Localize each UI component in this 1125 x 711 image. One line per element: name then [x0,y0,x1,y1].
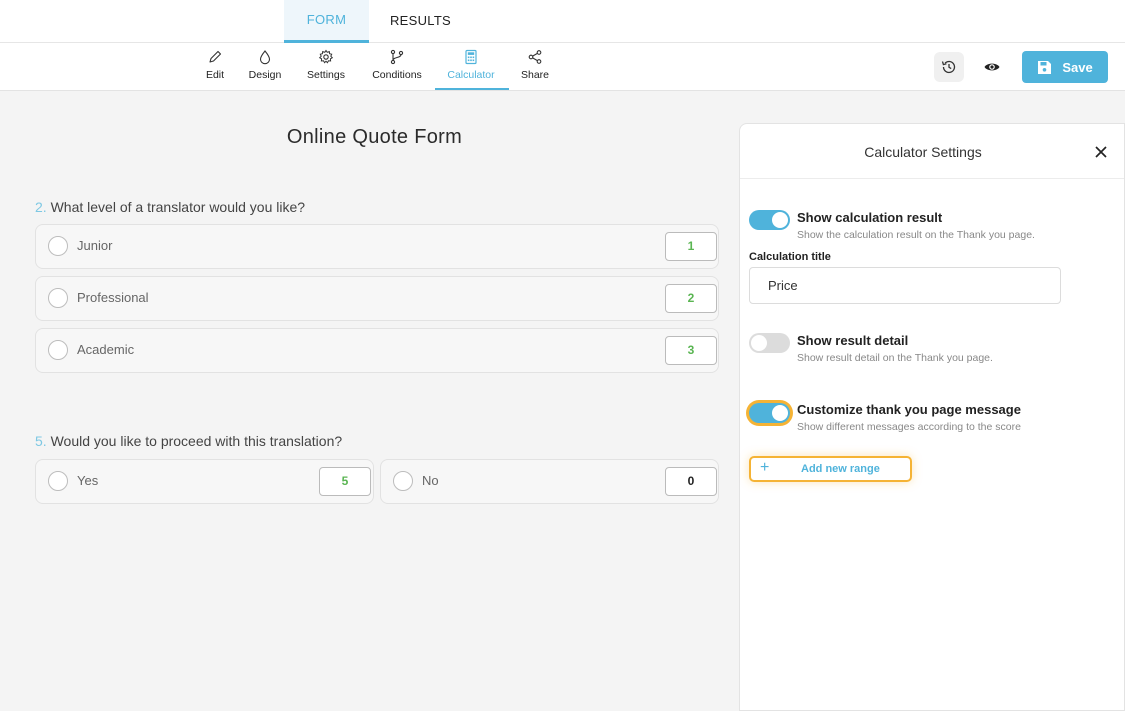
score-input[interactable]: 5 [319,467,371,496]
setting-description: Show the calculation result on the Thank… [797,229,1035,241]
score-input[interactable]: 1 [665,232,717,261]
tab-results[interactable]: RESULTS [378,0,463,43]
option-junior[interactable]: Junior 1 [35,224,719,269]
option-no[interactable]: No 0 [380,459,719,504]
toggle-show-calculation-result[interactable] [749,210,790,230]
radio-button[interactable] [48,340,68,360]
option-academic[interactable]: Academic 3 [35,328,719,373]
tool-calculator-label: Calculator [447,69,495,81]
score-input[interactable]: 3 [665,336,717,365]
tool-share-label: Share [520,69,550,81]
option-label: Yes [77,473,99,488]
setting-title: Show result detail [797,333,909,348]
tool-conditions[interactable]: Conditions [369,49,425,81]
calculation-title-label: Calculation title [749,251,831,263]
panel-header: Calculator Settings [740,124,1124,179]
preview-button[interactable] [977,52,1007,82]
branch-icon [390,49,404,65]
toggle-show-result-detail[interactable] [749,333,790,353]
close-icon[interactable] [1094,145,1108,159]
plus-icon: + [760,459,770,476]
history-icon [941,60,956,74]
active-tool-underline [435,88,509,90]
setting-description: Show different messages according to the… [797,421,1021,433]
add-new-range-label: Add new range [801,463,880,475]
tool-settings[interactable]: Settings [305,49,347,81]
tool-calculator[interactable]: Calculator [444,49,498,81]
option-professional[interactable]: Professional 2 [35,276,719,321]
tab-form[interactable]: FORM [284,0,369,43]
setting-title: Show calculation result [797,210,943,225]
question-5: 5. Would you like to proceed with this t… [35,433,342,449]
eye-icon [984,63,1000,71]
score-input[interactable]: 0 [665,467,717,496]
drop-icon [259,50,271,65]
add-new-range-button[interactable]: + Add new range [749,456,912,482]
editor-toolbar: Edit Design Settings Conditions Calculat… [0,43,1125,91]
tool-design[interactable]: Design [246,49,284,81]
tool-edit-label: Edit [205,69,225,81]
question-text: What level of a translator would you lik… [50,199,306,215]
toggle-knob [772,405,788,421]
option-label: Professional [77,290,149,305]
tool-share[interactable]: Share [520,49,550,81]
floppy-icon [1038,60,1052,74]
question-2: 2. What level of a translator would you … [35,199,305,215]
toggle-knob [751,335,767,351]
save-button[interactable]: Save [1022,51,1108,83]
question-text: Would you like to proceed with this tran… [50,433,343,449]
gear-icon [318,49,334,64]
save-label: Save [1062,59,1093,75]
pencil-icon [209,50,222,63]
tool-settings-label: Settings [307,69,345,81]
radio-button[interactable] [48,288,68,308]
question-number: 5. [35,433,47,449]
calculator-icon [465,49,477,65]
option-yes[interactable]: Yes 5 [35,459,374,504]
question-number: 2. [35,199,47,215]
history-button[interactable] [934,52,964,82]
form-title: Online Quote Form [286,126,463,148]
top-tab-bar: FORM RESULTS [0,0,1125,43]
share-icon [528,50,542,64]
calculation-title-input[interactable]: Price [749,267,1061,304]
setting-description: Show result detail on the Thank you page… [797,352,993,364]
radio-button[interactable] [393,471,413,491]
option-label: No [422,473,439,488]
setting-title: Customize thank you page message [797,402,1021,417]
toggle-knob [772,212,788,228]
score-input[interactable]: 2 [665,284,717,313]
toggle-customize-thank-you-message[interactable] [749,403,790,423]
panel-title: Calculator Settings [864,144,982,160]
tool-design-label: Design [248,69,282,81]
radio-button[interactable] [48,471,68,491]
tool-edit[interactable]: Edit [203,49,227,81]
tool-conditions-label: Conditions [372,69,422,81]
option-label: Junior [77,238,113,253]
calculator-settings-panel: Calculator Settings Show calculation res… [739,123,1125,711]
radio-button[interactable] [48,236,68,256]
option-label: Academic [77,342,135,357]
